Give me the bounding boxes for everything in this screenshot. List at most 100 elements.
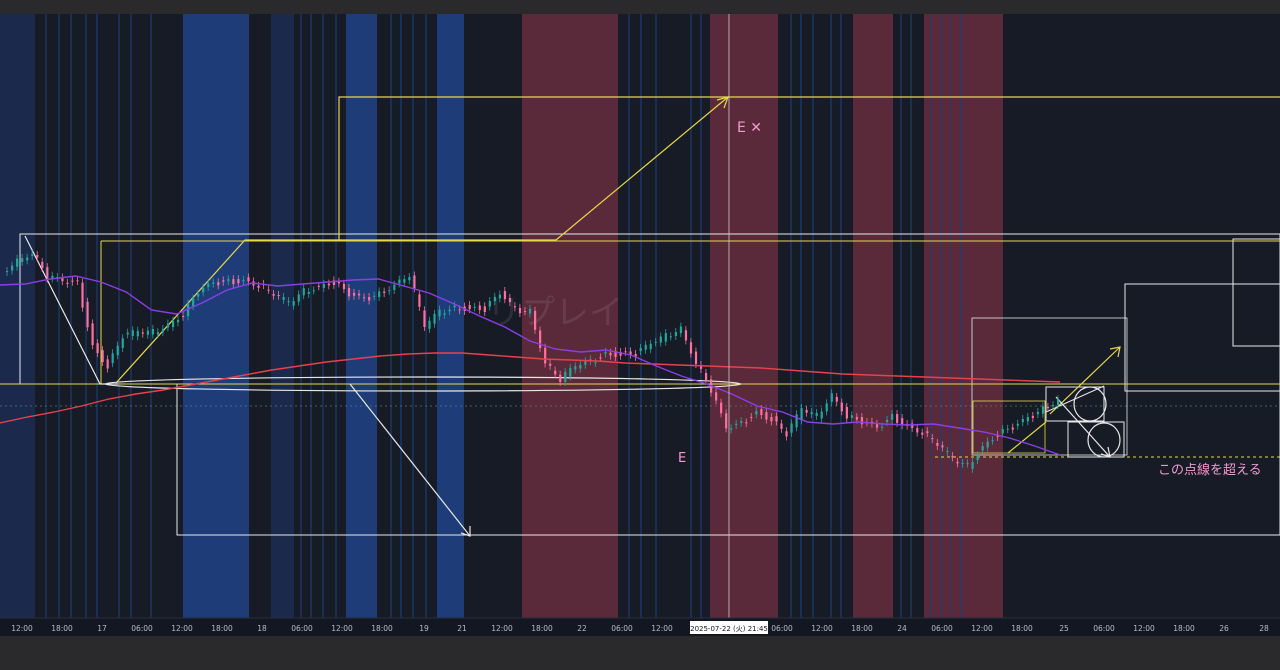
candle-body: [715, 392, 718, 401]
candle-body: [473, 306, 476, 308]
session-stripe: [940, 14, 942, 618]
candle-body: [352, 292, 356, 296]
candle-body: [36, 254, 39, 258]
candle-body: [896, 414, 899, 423]
candle-body: [1056, 399, 1060, 406]
candle-body: [312, 290, 315, 292]
session-stripe: [150, 14, 152, 618]
candle-body: [1031, 416, 1035, 418]
candle-body: [81, 282, 84, 308]
candle-body: [704, 372, 708, 381]
candle-body: [96, 343, 99, 354]
candle-body: [202, 287, 205, 293]
candle-body: [835, 396, 838, 402]
candle-body: [674, 332, 677, 337]
candle-body: [961, 462, 964, 464]
session-stripe: [322, 14, 324, 618]
time-tick-label: 26: [1219, 624, 1229, 633]
candle-body: [503, 291, 507, 300]
candle-body: [790, 423, 793, 433]
candle-body: [76, 280, 79, 282]
candle-body: [247, 277, 250, 282]
candle-body: [609, 352, 612, 356]
candle-body: [528, 308, 532, 314]
session-stripe: [400, 14, 402, 618]
price-chart[interactable]: リプレイ E ✕ E この点線を超える 12:00 18:00 17 06:00…: [0, 14, 1280, 636]
candle-body: [735, 423, 738, 426]
session-band: [35, 14, 183, 618]
candle-body: [282, 297, 285, 300]
candle-body: [569, 367, 572, 377]
session-stripe: [655, 14, 657, 618]
bottom-toolbar: [0, 636, 1280, 670]
time-tick-label: 06:00: [611, 624, 633, 633]
candle-body: [428, 320, 431, 329]
candle-body: [227, 279, 230, 282]
session-stripe: [70, 14, 72, 618]
candle-body: [413, 275, 416, 289]
time-tick-label: 21: [457, 624, 467, 633]
candle-body: [971, 462, 974, 469]
candle-body: [378, 291, 381, 298]
time-tick-label: 12:00: [331, 624, 353, 633]
candle-body: [991, 440, 994, 442]
session-stripe: [950, 14, 952, 618]
session-band: [0, 14, 35, 618]
candle-body: [554, 370, 557, 375]
candle-body: [654, 341, 657, 343]
candle-body: [599, 357, 602, 359]
candle-body: [845, 407, 848, 419]
candle-body: [855, 417, 859, 420]
candle-body: [679, 326, 683, 334]
session-stripe: [96, 14, 98, 618]
candle-body: [358, 293, 361, 296]
candle-body: [277, 294, 280, 296]
time-tick-label: 18:00: [1173, 624, 1195, 633]
time-tick-label: 18:00: [51, 624, 73, 633]
watermark: リプレイ: [487, 293, 623, 333]
candle-body: [956, 461, 959, 464]
candle-body: [141, 332, 144, 334]
session-stripe: [390, 14, 392, 618]
candle-body: [438, 309, 441, 317]
candle-body: [720, 402, 723, 414]
candle-body: [1006, 428, 1009, 430]
candle-body: [539, 330, 542, 348]
candle-body: [458, 309, 461, 311]
candle-body: [418, 294, 421, 307]
candle-body: [498, 294, 501, 299]
candle-body: [730, 428, 733, 430]
time-tick-label: 12:00: [651, 624, 673, 633]
candle-body: [1026, 417, 1029, 422]
candle-body: [584, 360, 587, 365]
session-stripe: [690, 14, 692, 618]
session-band: [853, 14, 893, 618]
candle-body: [66, 282, 69, 284]
crosshair-time-label: 2025-07-22 (火) 21:45: [690, 625, 768, 633]
session-stripe: [700, 14, 702, 618]
candle-body: [886, 419, 889, 423]
session-band: [710, 14, 778, 618]
candle-body: [684, 330, 688, 341]
session-stripe: [335, 14, 337, 618]
candle-body: [936, 442, 939, 446]
candle-body: [337, 281, 341, 284]
candle-body: [217, 282, 220, 286]
candle-body: [689, 342, 693, 354]
candle-body: [840, 402, 843, 412]
candle-body: [478, 305, 481, 311]
candle-body: [136, 330, 139, 337]
candle-body: [1036, 411, 1040, 415]
candle-body: [820, 411, 823, 419]
candle-body: [750, 417, 753, 419]
candle-body: [443, 313, 446, 315]
time-tick-label: 24: [897, 624, 907, 633]
candle-body: [1046, 406, 1050, 409]
time-tick-label: 12:00: [971, 624, 993, 633]
candle-body: [111, 353, 114, 364]
candle-body: [176, 319, 180, 323]
candle-body: [106, 359, 109, 369]
session-stripe: [45, 14, 47, 618]
candle-body: [534, 310, 537, 330]
candle-body: [121, 338, 124, 349]
